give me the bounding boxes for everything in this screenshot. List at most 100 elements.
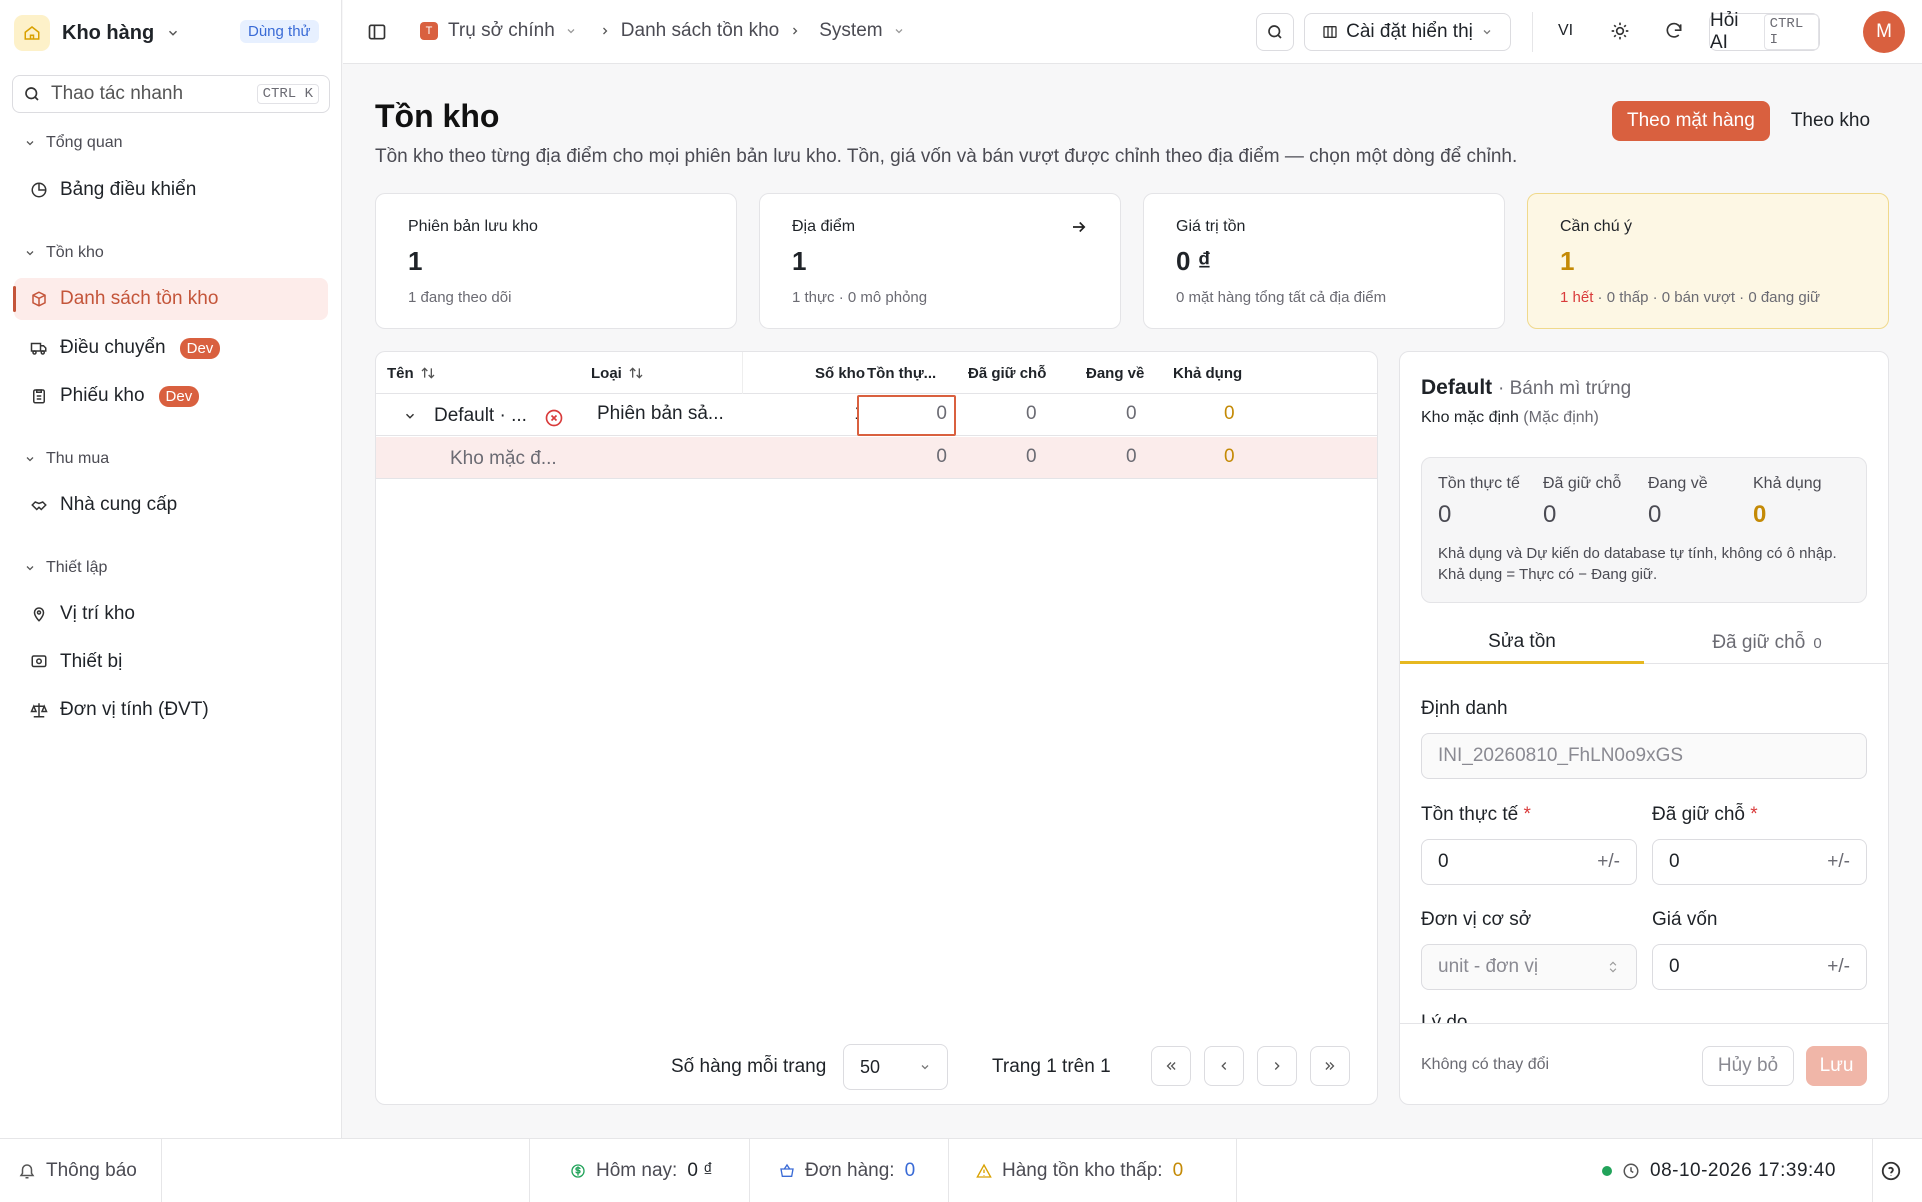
row-available: 0: [1224, 403, 1235, 424]
save-label: Lưu: [1819, 1055, 1854, 1076]
col-header-locations[interactable]: Số kho: [795, 352, 865, 394]
stat-card-attention[interactable]: Cần chú ý 1 1 hết · 0 thấp · 0 bán vượt …: [1527, 193, 1889, 329]
stat-card-locations[interactable]: Địa điểm 1 1 thực · 0 mô phỏng: [759, 193, 1121, 329]
view-by-item-button[interactable]: Theo mặt hàng: [1612, 101, 1770, 141]
quick-actions-search[interactable]: Thao tác nhanh CTRL K: [12, 75, 330, 113]
sun-icon[interactable]: [1610, 21, 1630, 41]
breadcrumb-org: Trụ sở chính: [448, 20, 555, 41]
on-hand-input[interactable]: 0 +/-: [1421, 839, 1637, 885]
row-name: Default · ...: [434, 405, 527, 426]
inventory-table: Tên Loại Số kho Tồn thự... Đã giữ chỗ Đa…: [375, 351, 1378, 1105]
sidebar-item-label: Điều chuyển: [60, 337, 166, 358]
required-mark: *: [1750, 804, 1758, 825]
sidebar-item-transfers[interactable]: Điều chuyển Dev: [14, 327, 328, 369]
sidebar-item-label: Thiết bị: [60, 651, 123, 672]
tab-reservations[interactable]: Đã giữ chỗ 0: [1644, 622, 1888, 664]
breadcrumb-page[interactable]: Danh sách tồn kho: [621, 20, 779, 42]
language-switch[interactable]: VI: [1558, 22, 1573, 40]
plus-minus-toggle[interactable]: +/-: [1827, 851, 1850, 873]
stat-sub: 0 mặt hàng tổng tất cả địa điểm: [1176, 289, 1387, 306]
panel-title-name: Default: [1421, 376, 1493, 399]
page-info: Trang 1 trên 1: [992, 1056, 1111, 1077]
help-icon[interactable]: [1880, 1160, 1902, 1182]
sidebar-item-devices[interactable]: Thiết bị: [14, 641, 328, 683]
first-page-button[interactable]: [1151, 1046, 1191, 1086]
group-settings[interactable]: Thiết lập: [24, 559, 107, 577]
brand-switcher[interactable]: Kho hàng: [14, 14, 180, 52]
notifications-button[interactable]: Thông báo: [18, 1139, 137, 1202]
row-available: 0: [1224, 446, 1235, 467]
on-hand-value: 0: [1438, 851, 1449, 872]
quick-actions-label: Thao tác nhanh: [51, 83, 184, 104]
chevron-down-icon: [166, 26, 180, 40]
next-page-button[interactable]: [1257, 1046, 1297, 1086]
group-purchasing[interactable]: Thu mua: [24, 450, 109, 468]
clipboard-icon: [30, 387, 48, 405]
display-settings-button[interactable]: Cài đặt hiển thị: [1304, 13, 1511, 51]
col-header-reserved[interactable]: Đã giữ chỗ: [968, 352, 1046, 394]
stat-sub: 1 đang theo dõi: [408, 289, 512, 306]
footer-divider: [1400, 1023, 1888, 1024]
col-header-incoming[interactable]: Đang về: [1086, 352, 1144, 394]
divider: [948, 1139, 949, 1202]
org-switcher[interactable]: T Trụ sở chính: [420, 20, 577, 42]
col-header-on-hand[interactable]: Tồn thự...: [867, 352, 936, 394]
cancel-button[interactable]: Hủy bỏ: [1702, 1046, 1794, 1086]
dev-badge: Dev: [179, 337, 221, 359]
row-location-name: Kho mặc đ...: [450, 448, 557, 469]
sidebar-item-locations[interactable]: Vị trí kho: [14, 593, 328, 635]
group-overview[interactable]: Tổng quan: [24, 134, 123, 152]
sidebar-item-dashboard[interactable]: Bảng điều khiển: [14, 169, 328, 211]
reserved-input[interactable]: 0 +/-: [1652, 839, 1867, 885]
refresh-icon[interactable]: [1664, 21, 1684, 41]
sidebar-item-inventory-list[interactable]: Danh sách tồn kho: [13, 278, 328, 320]
cost-input[interactable]: 0 +/-: [1652, 944, 1867, 990]
col-header-label: Loại: [591, 364, 622, 382]
stat-card-stock-value[interactable]: Giá trị tồn 0 ₫ 0 mặt hàng tổng tất cả đ…: [1143, 193, 1505, 329]
save-button[interactable]: Lưu: [1806, 1046, 1867, 1086]
chevron-down-icon: [24, 247, 36, 259]
row-incoming: 0: [1126, 446, 1137, 467]
basket-icon: [779, 1163, 795, 1179]
stat-sub: · 0 thấp · 0 bán vượt · 0 đang giữ: [1593, 289, 1821, 306]
sidebar-item-label: Danh sách tồn kho: [60, 288, 219, 309]
chevron-down-icon: [24, 137, 36, 149]
plus-minus-toggle[interactable]: +/-: [1827, 956, 1850, 978]
tab-edit-stock[interactable]: Sửa tồn: [1400, 622, 1644, 664]
row-incoming: 0: [1126, 403, 1137, 424]
ask-ai-button[interactable]: Hỏi AI CTRL I: [1709, 10, 1820, 53]
search-button[interactable]: [1256, 13, 1294, 51]
id-label: Định danh: [1421, 698, 1508, 719]
sidebar-item-stock-slips[interactable]: Phiếu kho Dev: [14, 375, 328, 417]
status-bar: Thông báo Hôm nay: 0 ₫ Đơn hàng: 0 Hàng …: [0, 1138, 1922, 1202]
rows-per-page-select[interactable]: 50: [843, 1044, 948, 1090]
on-hand-label: Tồn thực tế *: [1421, 804, 1531, 826]
col-header-name[interactable]: Tên: [387, 352, 436, 394]
sidebar-item-units[interactable]: Đơn vị tính (ĐVT): [14, 689, 328, 731]
col-header-type[interactable]: Loại: [591, 352, 644, 394]
col-header-available[interactable]: Khả dụng: [1173, 352, 1242, 394]
group-inventory[interactable]: Tồn kho: [24, 244, 104, 262]
unit-select[interactable]: unit - đơn vị: [1421, 944, 1637, 990]
chevron-down-icon: [893, 25, 905, 37]
scope-switcher[interactable]: System: [819, 20, 904, 42]
sidebar-item-label: Phiếu kho: [60, 385, 145, 406]
avatar[interactable]: M: [1863, 11, 1905, 53]
trial-badge[interactable]: Dùng thử: [240, 20, 319, 43]
stat-card-sku-versions[interactable]: Phiên bản lưu kho 1 1 đang theo dõi: [375, 193, 737, 329]
summary-note: Khả dụng và Dự kiến do database tự tính,…: [1438, 545, 1837, 583]
divider: [1532, 12, 1533, 52]
quick-actions-shortcut: CTRL K: [256, 84, 319, 104]
chevron-down-icon[interactable]: [403, 409, 417, 423]
prev-page-button[interactable]: [1204, 1046, 1244, 1086]
sidebar-item-label: Vị trí kho: [60, 603, 135, 624]
view-by-warehouse-button[interactable]: Theo kho: [1776, 101, 1885, 141]
sort-icon: [420, 366, 436, 380]
sidebar-toggle-icon[interactable]: [367, 22, 387, 42]
last-page-button[interactable]: [1310, 1046, 1350, 1086]
plus-minus-toggle[interactable]: +/-: [1597, 851, 1620, 873]
display-settings-label: Cài đặt hiển thị: [1346, 21, 1473, 42]
col-header-label: Tên: [387, 364, 414, 382]
arrow-right-icon: [1070, 218, 1088, 236]
sidebar-item-suppliers[interactable]: Nhà cung cấp: [14, 484, 328, 526]
